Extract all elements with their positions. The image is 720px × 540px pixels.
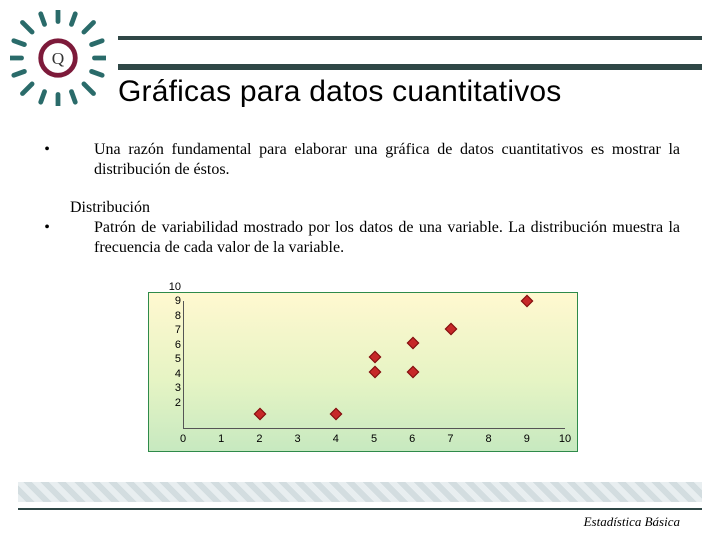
y-tick-label: 10	[169, 281, 181, 293]
footer-text: Estadística Básica	[584, 514, 680, 530]
data-point	[406, 365, 419, 378]
y-tick-label: 5	[175, 353, 181, 365]
institution-logo: Q	[10, 10, 106, 106]
data-point	[254, 408, 267, 421]
x-tick-label: 0	[180, 433, 186, 445]
page-title: Gráficas para datos cuantitativos	[118, 75, 562, 109]
y-tick-label: 9	[175, 295, 181, 307]
header-rule-thick	[118, 64, 702, 70]
bullet-dot-icon: •	[40, 218, 54, 258]
y-tick-label: 7	[175, 324, 181, 336]
footer-rule	[18, 508, 702, 510]
bullet-2-text: Patrón de variabilidad mostrado por los …	[94, 218, 680, 258]
footer-decor	[18, 482, 702, 502]
x-tick-label: 1	[218, 433, 224, 445]
y-tick-label: 3	[175, 382, 181, 394]
x-tick-label: 6	[409, 433, 415, 445]
x-tick-label: 9	[524, 433, 530, 445]
scatter-chart: 2345678910 012345678910	[148, 292, 578, 452]
x-tick-label: 10	[559, 433, 571, 445]
y-tick-label: 6	[175, 339, 181, 351]
x-tick-label: 8	[486, 433, 492, 445]
bullet-1: • Una razón fundamental para elaborar un…	[40, 140, 680, 180]
header-rule-thin	[118, 36, 702, 40]
bullet-dot-icon: •	[40, 140, 54, 180]
data-point	[330, 408, 343, 421]
bullet-2: • Patrón de variabilidad mostrado por lo…	[40, 218, 680, 258]
y-tick-label: 8	[175, 310, 181, 322]
body-text: • Una razón fundamental para elaborar un…	[40, 140, 680, 258]
data-point	[406, 337, 419, 350]
distribution-heading: Distribución	[70, 198, 680, 218]
y-axis: 2345678910	[155, 299, 183, 429]
x-tick-label: 7	[447, 433, 453, 445]
x-tick-label: 2	[256, 433, 262, 445]
bullet-1-text: Una razón fundamental para elaborar una …	[94, 140, 680, 180]
slide: { "header": { "title": "Gráficas para da…	[0, 0, 720, 540]
data-point	[444, 323, 457, 336]
x-axis: 012345678910	[183, 431, 565, 447]
data-point	[368, 351, 381, 364]
y-tick-label: 4	[175, 368, 181, 380]
svg-text:Q: Q	[52, 49, 65, 68]
plot-area-wrapper: 2345678910 012345678910	[155, 299, 569, 447]
x-tick-label: 3	[295, 433, 301, 445]
data-point	[521, 295, 534, 308]
x-tick-label: 4	[333, 433, 339, 445]
plot-area	[183, 301, 565, 429]
x-tick-label: 5	[371, 433, 377, 445]
y-tick-label: 2	[175, 397, 181, 409]
data-point	[368, 365, 381, 378]
